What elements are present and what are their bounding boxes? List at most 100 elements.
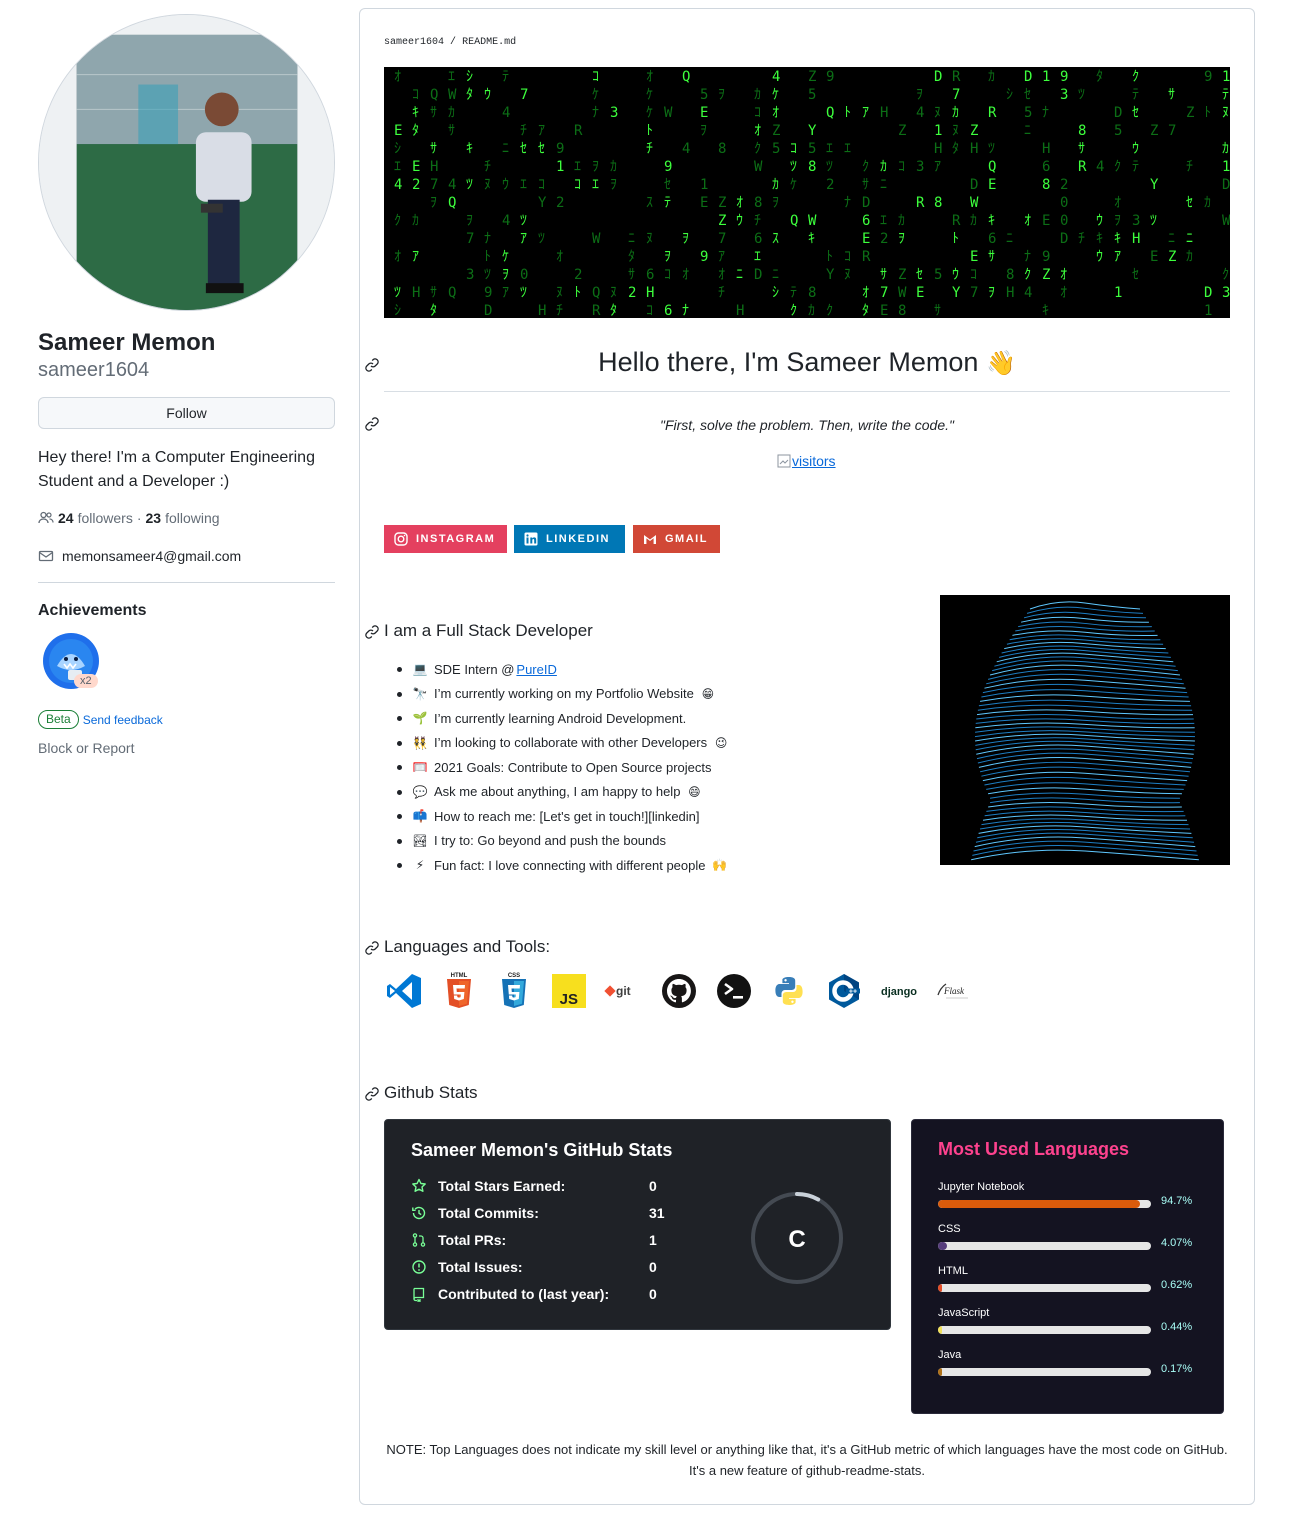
matrix-glyph: 8 <box>718 141 726 157</box>
matrix-glyph: 9 <box>664 159 672 175</box>
followers-count[interactable]: 24 <box>58 510 74 526</box>
github-stats-card[interactable]: Sameer Memon's GitHub Stats Total Stars … <box>384 1119 891 1330</box>
language-bar-fill <box>938 1242 947 1250</box>
javascript-icon[interactable]: JS <box>549 971 589 1011</box>
sidebar-divider <box>38 582 335 583</box>
greeting-heading: Hello there, I'm Sameer Memon 👋 <box>384 347 1230 378</box>
link-anchor-icon[interactable] <box>364 940 380 956</box>
breadcrumb-file: README <box>462 37 499 48</box>
heading-rule <box>384 391 1230 392</box>
instagram-badge[interactable]: INSTAGRAM <box>384 525 507 553</box>
stat-row: Total PRs: 1 <box>411 1232 657 1248</box>
matrix-glyph: ｳ <box>484 87 491 103</box>
matrix-glyph: E <box>916 285 924 301</box>
matrix-glyph: 7 <box>1168 123 1176 139</box>
note-text: NOTE: Top Languages does not indicate my… <box>386 1442 1228 1478</box>
following-count[interactable]: 23 <box>146 510 162 526</box>
gmail-badge[interactable]: GMAIL <box>633 525 720 553</box>
matrix-glyph: ｶ <box>1222 141 1229 157</box>
matrix-glyph: ｼ <box>394 141 401 157</box>
matrix-glyph: 6 <box>664 303 672 318</box>
matrix-glyph: ｶ <box>1204 195 1211 211</box>
matrix-glyph: ﾃ <box>1132 87 1139 103</box>
link-anchor-icon[interactable] <box>364 416 380 432</box>
matrix-glyph: ﾆ <box>1168 231 1175 247</box>
matrix-glyph: 7 <box>466 231 474 247</box>
matrix-glyph: ﾄ <box>484 249 491 265</box>
matrix-glyph: ｺ <box>898 159 905 175</box>
list-item-text: How to reach me: [Let's get in touch!][l… <box>434 808 700 824</box>
achievements-title[interactable]: Achievements <box>38 602 335 620</box>
matrix-glyph: 6 <box>646 267 654 283</box>
lightning-icon: ⚡ <box>415 858 425 873</box>
top-languages-card[interactable]: Most Used Languages Jupyter Notebook 94.… <box>911 1119 1224 1414</box>
matrix-glyph: Q <box>682 69 690 85</box>
git-icon[interactable]: git <box>604 971 644 1011</box>
matrix-glyph: ｴ <box>754 249 761 265</box>
readme-container: sameer1604 / README.md ｵEｼｴ4ｸｵﾂｼｺｷﾀE2ｶｱH… <box>359 8 1255 1505</box>
matrix-glyph: ﾀ <box>628 249 635 265</box>
matrix-glyph: ｻ <box>430 285 437 301</box>
matrix-glyph: 8 <box>808 159 816 175</box>
matrix-glyph: ﾀ <box>1096 69 1103 85</box>
matrix-glyph: ｻ <box>430 141 437 157</box>
matrix-glyph: ﾃ <box>790 285 797 301</box>
vscode-icon[interactable] <box>384 971 424 1011</box>
matrix-glyph: 5 <box>808 87 816 103</box>
matrix-glyph: ｺ <box>664 267 671 283</box>
matrix-glyph: ｻ <box>862 177 869 193</box>
achievement-badge[interactable]: x2 <box>42 632 106 696</box>
face-contour-line <box>990 797 1180 804</box>
matrix-glyph: Y <box>1150 177 1159 193</box>
matrix-glyph: ｷ <box>466 141 473 157</box>
matrix-glyph: ﾆ <box>772 267 779 283</box>
django-icon[interactable]: django <box>879 971 919 1011</box>
css3-icon[interactable]: CSS <box>494 971 534 1011</box>
matrix-glyph: ｸ <box>790 303 797 318</box>
visitors-badge[interactable]: visitors <box>777 453 836 469</box>
matrix-glyph: ｾ <box>1024 87 1031 103</box>
matrix-glyph: ｹ <box>772 87 779 103</box>
html5-icon[interactable]: HTML <box>439 971 479 1011</box>
matrix-glyph: ｦ <box>592 159 599 175</box>
matrix-glyph: ｺ <box>844 249 851 265</box>
matrix-glyph: 3 <box>466 267 474 283</box>
following-label[interactable]: following <box>165 510 219 526</box>
matrix-glyph: Q <box>826 105 834 121</box>
linkedin-badge[interactable]: LINKEDIN <box>514 525 625 553</box>
pureid-link[interactable]: PureID <box>516 662 556 677</box>
link-anchor-icon[interactable] <box>364 1086 380 1102</box>
avatar[interactable] <box>38 14 335 311</box>
send-feedback-link[interactable]: Send feedback <box>83 713 163 727</box>
github-icon[interactable] <box>659 971 699 1011</box>
matrix-glyph: ﾇ <box>646 231 653 247</box>
feedback-row: Beta Send feedback <box>38 710 335 729</box>
matrix-glyph: 5 <box>1114 123 1122 139</box>
link-anchor-icon[interactable] <box>364 357 380 373</box>
matrix-glyph: ﾅ <box>484 231 491 247</box>
flask-icon[interactable]: Flask <box>934 971 974 1011</box>
list-item: 📫 How to reach me: [Let's get in touch!][… <box>390 804 729 829</box>
link-anchor-icon[interactable] <box>364 624 380 640</box>
matrix-glyph: 1 <box>556 159 564 175</box>
matrix-glyph: ｺ <box>790 141 797 157</box>
matrix-glyph: R <box>574 123 583 139</box>
follow-button[interactable]: Follow <box>38 397 335 429</box>
matrix-glyph: 2 <box>412 177 420 193</box>
matrix-glyph: 0 <box>520 267 528 283</box>
cplusplus-icon[interactable]: ++ <box>824 971 864 1011</box>
matrix-glyph: ｦ <box>772 195 779 211</box>
followers-label[interactable]: followers <box>78 510 133 526</box>
matrix-glyph: ｹ <box>502 249 509 265</box>
python-icon[interactable] <box>769 971 809 1011</box>
matrix-glyph: ﾂ <box>394 285 401 301</box>
matrix-glyph: 8 <box>1006 267 1014 283</box>
block-report-link[interactable]: Block or Report <box>38 740 335 756</box>
matrix-glyph: E <box>862 231 870 247</box>
matrix-glyph: ｦ <box>430 195 437 211</box>
terminal-icon[interactable] <box>714 971 754 1011</box>
matrix-glyph: ﾅ <box>592 105 599 121</box>
breadcrumb-user[interactable]: sameer1604 <box>384 37 444 48</box>
email-link[interactable]: memonsameer4@gmail.com <box>62 548 241 564</box>
matrix-glyph: ｾ <box>664 177 671 193</box>
